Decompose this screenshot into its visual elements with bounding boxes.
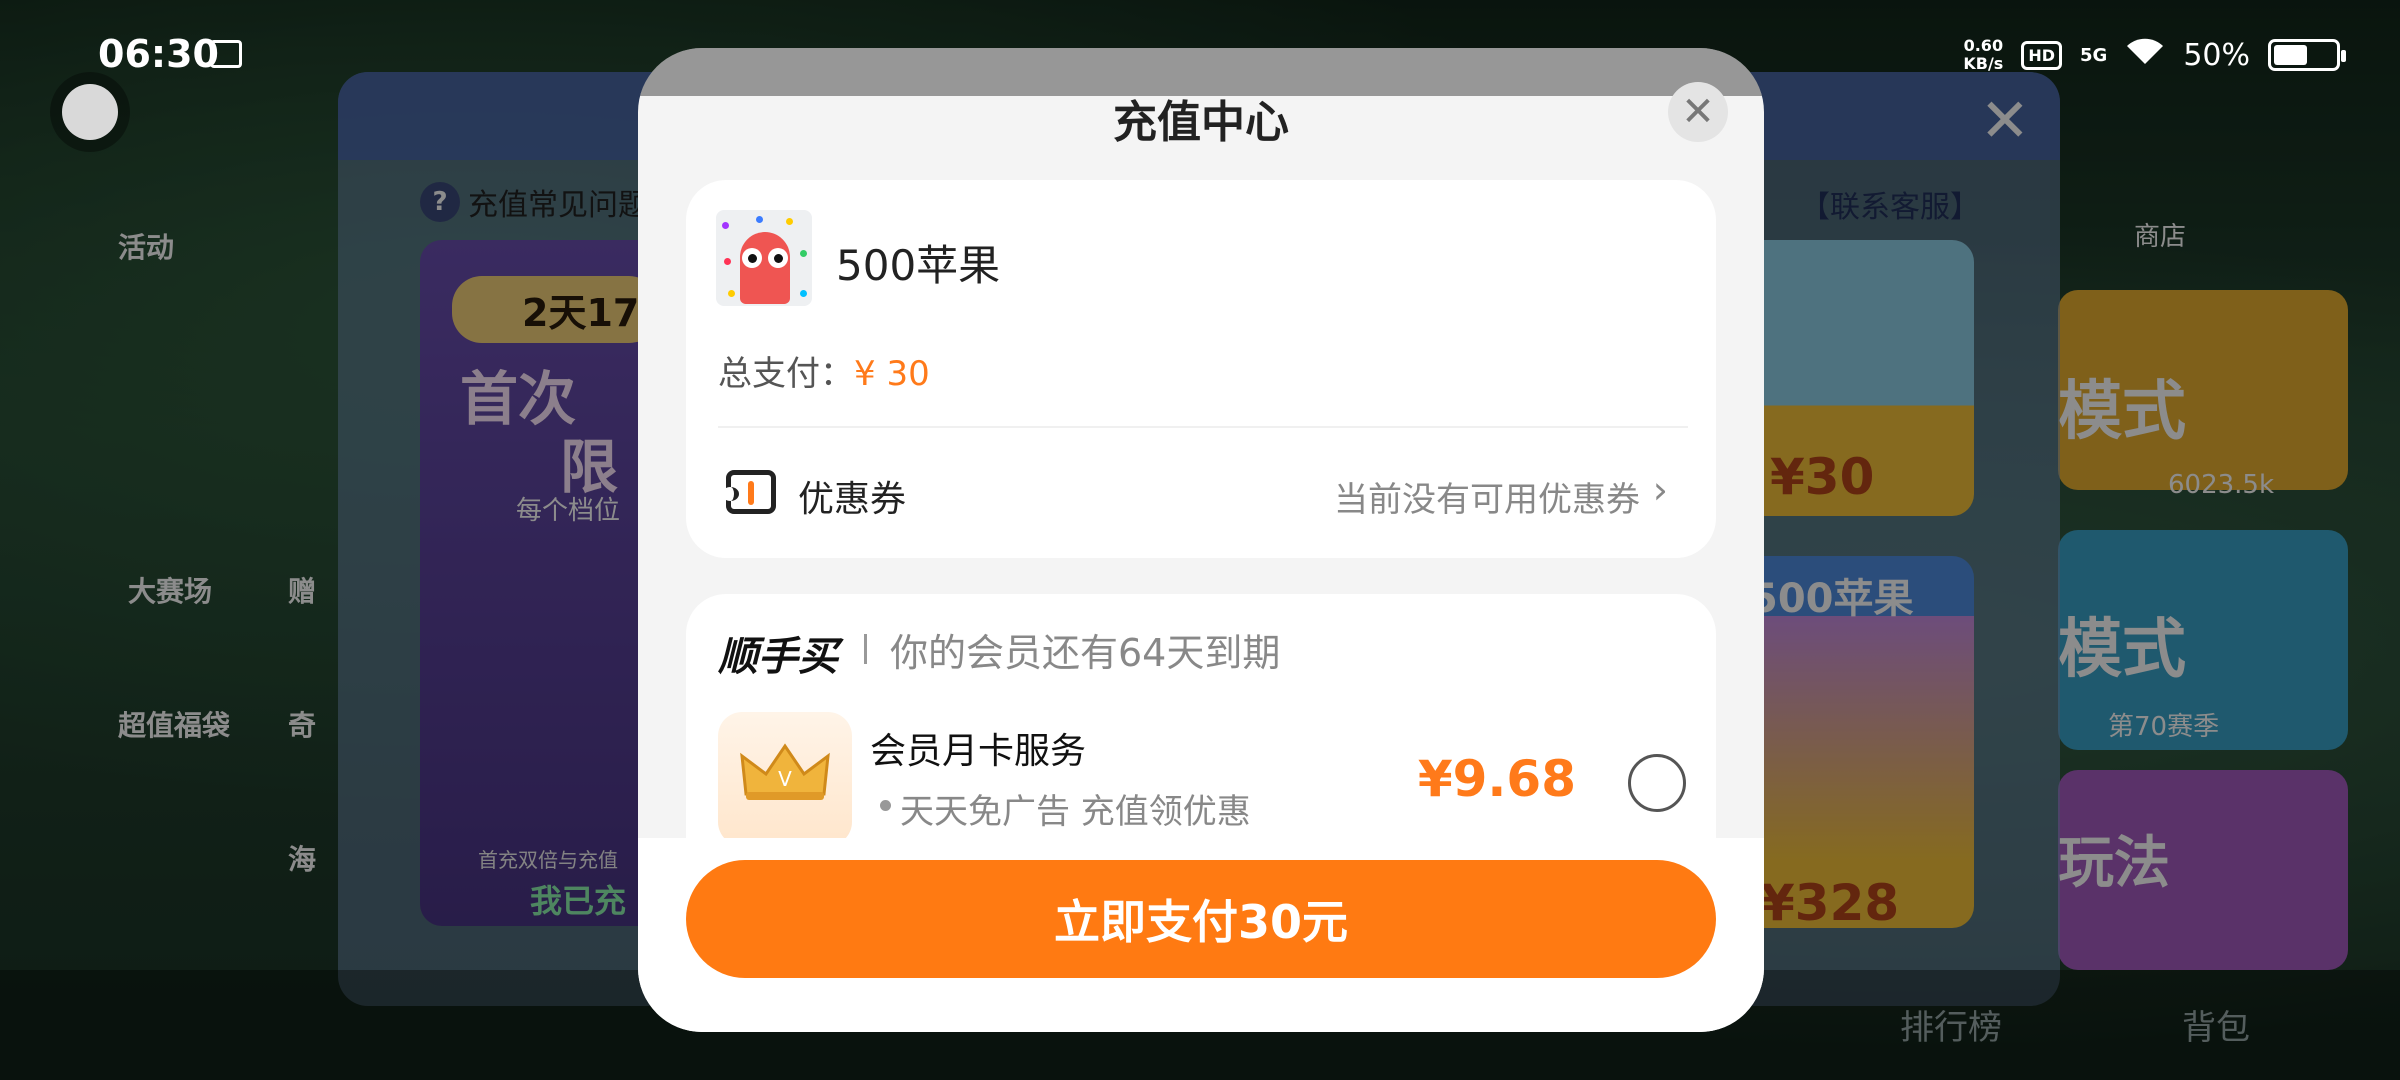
addon-price: ¥9.68: [1417, 750, 1576, 808]
hd-icon: HD: [2021, 40, 2062, 70]
product-image: [716, 210, 812, 306]
battery-icon: [2268, 39, 2346, 71]
battery-percent: 50%: [2183, 37, 2250, 73]
chevron-right-icon[interactable]: ›: [1653, 468, 1668, 512]
addon-header: 顺手买: [718, 634, 838, 680]
close-button[interactable]: ✕: [1668, 82, 1728, 142]
header-divider: [864, 634, 867, 664]
crown-icon: V: [740, 743, 830, 800]
total-payment: 总支付：¥ 30: [718, 346, 930, 395]
clock: 06:30: [98, 32, 219, 76]
coupon-icon: [722, 470, 776, 514]
modal-title: 充值中心: [1113, 97, 1289, 148]
signal-icon: 5G: [2080, 44, 2108, 66]
bullet: [880, 800, 891, 811]
net-speed-value: 0.60: [1963, 36, 2004, 55]
order-summary-card: 500苹果 总支付：¥ 30 优惠券 当前没有可用优惠券 ›: [686, 180, 1716, 558]
floating-assistive-button[interactable]: [62, 84, 118, 140]
total-label: 总支付：: [718, 354, 854, 394]
product-name: 500苹果: [836, 241, 1001, 290]
net-speed: 0.60 KB/s: [1963, 37, 2003, 73]
coupon-label: 优惠券: [798, 479, 907, 520]
total-amount: ¥ 30: [854, 354, 930, 394]
svg-text:V: V: [778, 767, 792, 791]
recharge-center-modal: 充值中心 ✕ 500苹果 总支付：¥ 30 优惠券 当前没有可用优惠券 › 顺手…: [638, 48, 1764, 1032]
addon-title: 会员月卡服务: [870, 731, 1087, 772]
addon-subtitle: 天天免广告 充值领优惠: [900, 792, 1251, 832]
member-expiry-tip: 你的会员还有64天到期: [890, 631, 1281, 675]
wifi-icon: [2125, 36, 2165, 74]
divider: [718, 426, 1688, 428]
close-icon: ✕: [1681, 89, 1715, 135]
net-speed-unit: KB/s: [1963, 54, 2004, 73]
telegram-icon: [210, 40, 242, 68]
addon-select-radio[interactable]: [1628, 754, 1686, 812]
coupon-status[interactable]: 当前没有可用优惠券: [1334, 472, 1640, 521]
member-card-image: V: [718, 712, 852, 846]
pay-now-button[interactable]: 立即支付30元: [686, 860, 1716, 978]
